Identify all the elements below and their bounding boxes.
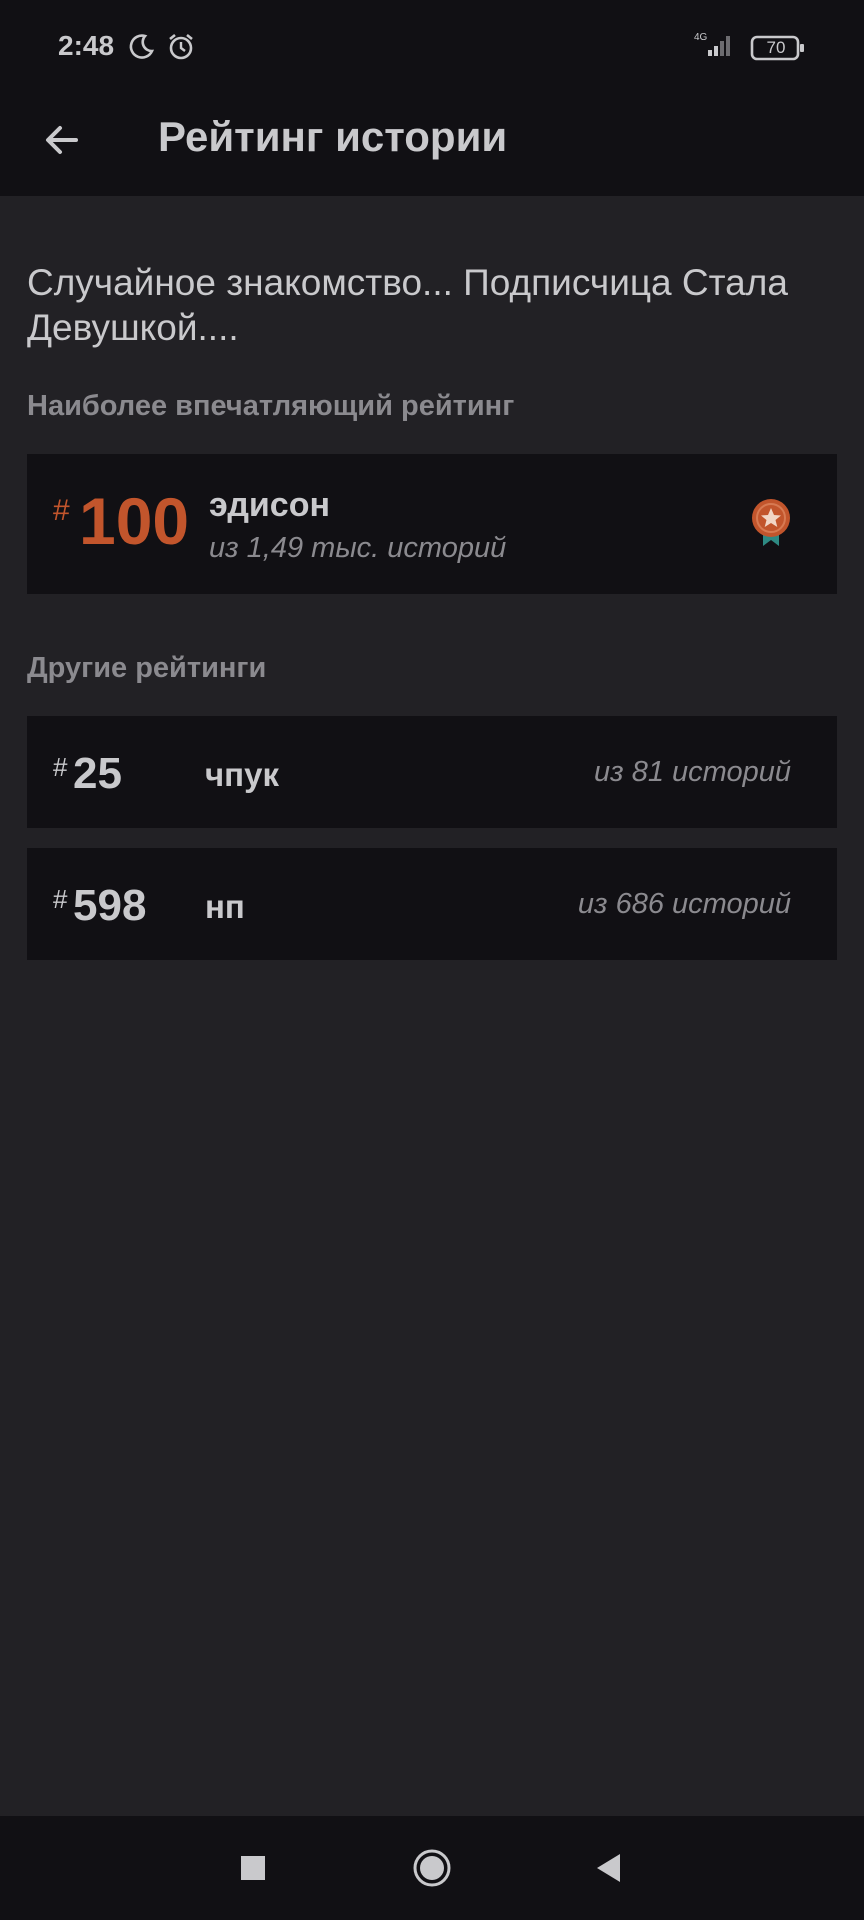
rating-subtitle: из 81 историй (594, 756, 791, 788)
app-bar: Рейтинг истории (0, 96, 864, 196)
rating-row[interactable]: # 25 чпук из 81 историй (27, 716, 837, 828)
battery-level: 70 (766, 38, 786, 57)
rank-number: 100 (79, 484, 190, 558)
rank-hash: # (53, 884, 68, 914)
top-rating-section-label: Наиболее впечатляющий рейтинг (27, 390, 515, 422)
rating-tag: чпук (205, 756, 279, 793)
rating-tag: нп (205, 888, 245, 925)
page-title: Рейтинг истории (158, 113, 508, 160)
story-title: Случайное знакомство... Подписчица Стала… (27, 262, 788, 348)
home-circle-icon[interactable] (410, 1846, 454, 1890)
rank-number: 25 (73, 749, 122, 798)
network-label: 4G (694, 32, 708, 43)
rating-row[interactable]: # 598 нп из 686 историй (27, 848, 837, 960)
rating-subtitle: из 1,49 тыс. историй (209, 532, 507, 564)
other-ratings-section-label: Другие рейтинги (27, 652, 267, 684)
back-triangle-icon[interactable] (588, 1846, 632, 1890)
status-time: 2:48 (58, 30, 115, 61)
top-rating-card[interactable]: # 100 эдисон из 1,49 тыс. историй (27, 454, 837, 594)
medal-star-icon (752, 499, 790, 546)
status-bar: 2:48 4G 70 (0, 0, 864, 96)
rating-subtitle: из 686 историй (577, 888, 791, 920)
rank-hash: # (53, 494, 70, 527)
moon-icon (129, 34, 155, 59)
recents-square-icon[interactable] (231, 1846, 275, 1890)
arrow-left-icon (46, 126, 78, 154)
back-button[interactable] (36, 114, 88, 166)
alarm-icon (169, 33, 193, 60)
signal-icon: 4G (694, 32, 730, 56)
rank-number: 598 (73, 881, 147, 930)
rank-hash: # (53, 752, 68, 782)
system-nav-bar (0, 1816, 864, 1920)
rating-tag: эдисон (209, 486, 331, 524)
